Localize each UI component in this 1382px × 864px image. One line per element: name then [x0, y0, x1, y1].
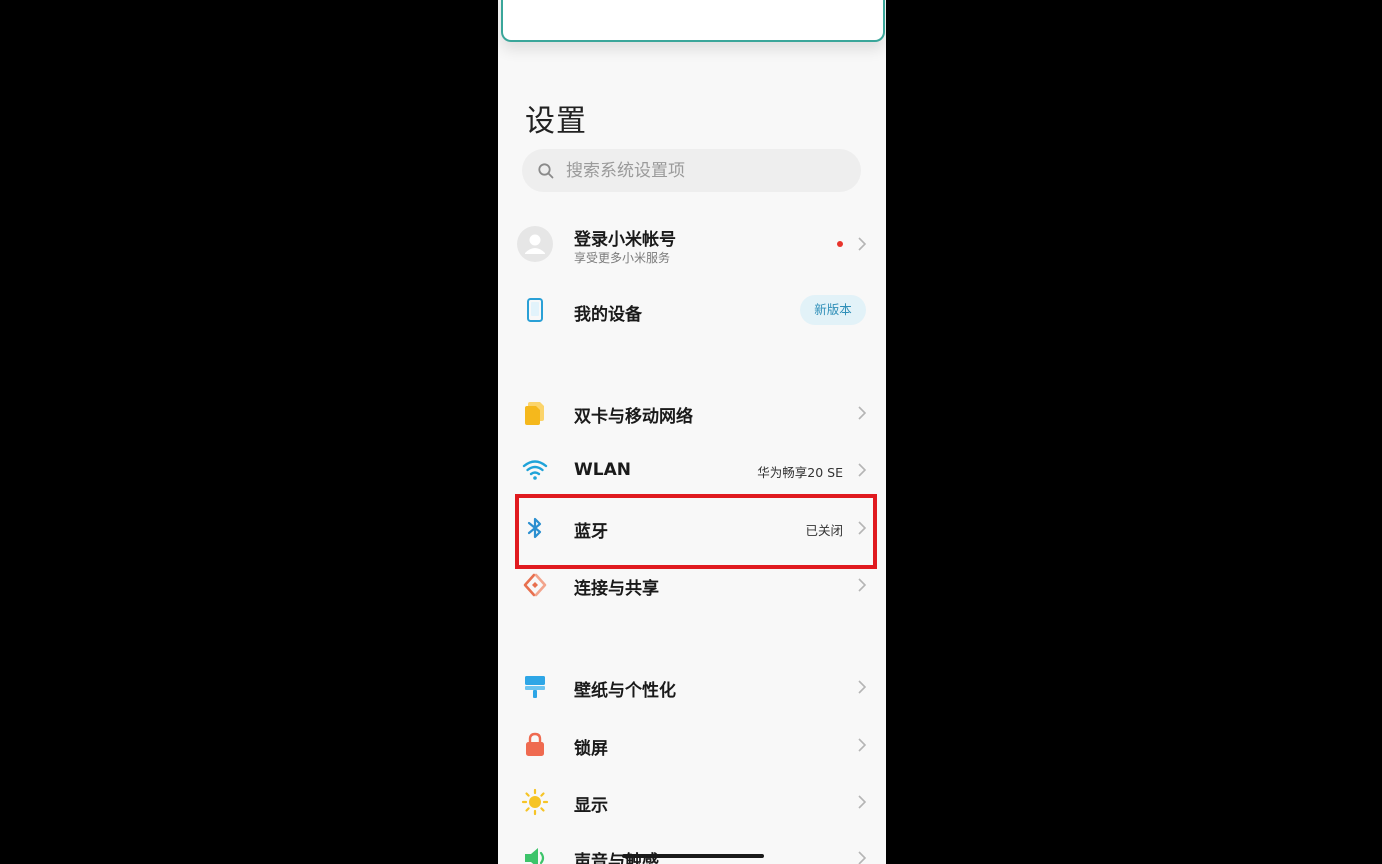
sound-row[interactable]: 声音与触感	[498, 840, 886, 864]
wifi-icon	[522, 460, 548, 480]
chevron-right-icon	[858, 795, 867, 809]
sound-icon	[525, 848, 545, 864]
display-label: 显示	[574, 796, 608, 816]
chevron-right-icon	[858, 463, 867, 477]
display-row[interactable]: 显示	[498, 784, 886, 820]
wallpaper-row[interactable]: 壁纸与个性化	[498, 669, 886, 705]
chevron-right-icon	[858, 237, 867, 251]
notification-dot	[837, 241, 843, 247]
chevron-right-icon	[858, 738, 867, 752]
search-bar[interactable]	[522, 149, 861, 192]
account-title: 登录小米帐号	[574, 230, 676, 250]
my-device-row[interactable]: 我的设备 新版本	[498, 290, 886, 330]
search-icon	[538, 163, 554, 179]
chevron-right-icon	[858, 406, 867, 420]
lock-screen-row[interactable]: 锁屏	[498, 727, 886, 763]
wallpaper-icon	[525, 676, 545, 698]
brightness-icon	[521, 788, 549, 816]
phone-device-icon	[527, 298, 543, 322]
wlan-label: WLAN	[574, 460, 631, 480]
page-title: 设置	[525, 104, 587, 139]
phone-screen: 设置 登录小米帐号 享受更多小米服务 我的设备 新版本	[498, 0, 886, 864]
chevron-right-icon	[858, 680, 867, 694]
floating-window-card[interactable]	[501, 0, 885, 42]
avatar	[517, 226, 553, 262]
search-input[interactable]	[566, 149, 846, 192]
wlan-value: 华为畅享20 SE	[757, 465, 843, 480]
connection-share-row[interactable]: 连接与共享	[498, 567, 886, 603]
sim-card-icon	[525, 402, 544, 425]
sim-network-row[interactable]: 双卡与移动网络	[498, 395, 886, 431]
lock-screen-label: 锁屏	[574, 739, 608, 759]
highlight-annotation-box	[515, 494, 877, 569]
wlan-row[interactable]: WLAN 华为畅享20 SE	[498, 452, 886, 488]
connection-share-icon	[523, 573, 547, 597]
connection-share-label: 连接与共享	[574, 579, 659, 599]
sim-network-label: 双卡与移动网络	[574, 407, 693, 427]
my-device-label: 我的设备	[574, 305, 642, 325]
wallpaper-label: 壁纸与个性化	[574, 681, 676, 701]
new-version-badge[interactable]: 新版本	[800, 295, 866, 325]
lock-icon	[526, 732, 544, 756]
home-indicator[interactable]	[622, 854, 764, 858]
chevron-right-icon	[858, 578, 867, 592]
account-row[interactable]: 登录小米帐号 享受更多小米服务	[498, 220, 886, 270]
user-icon	[525, 234, 545, 254]
chevron-right-icon	[858, 851, 867, 864]
account-subtitle: 享受更多小米服务	[574, 251, 671, 265]
